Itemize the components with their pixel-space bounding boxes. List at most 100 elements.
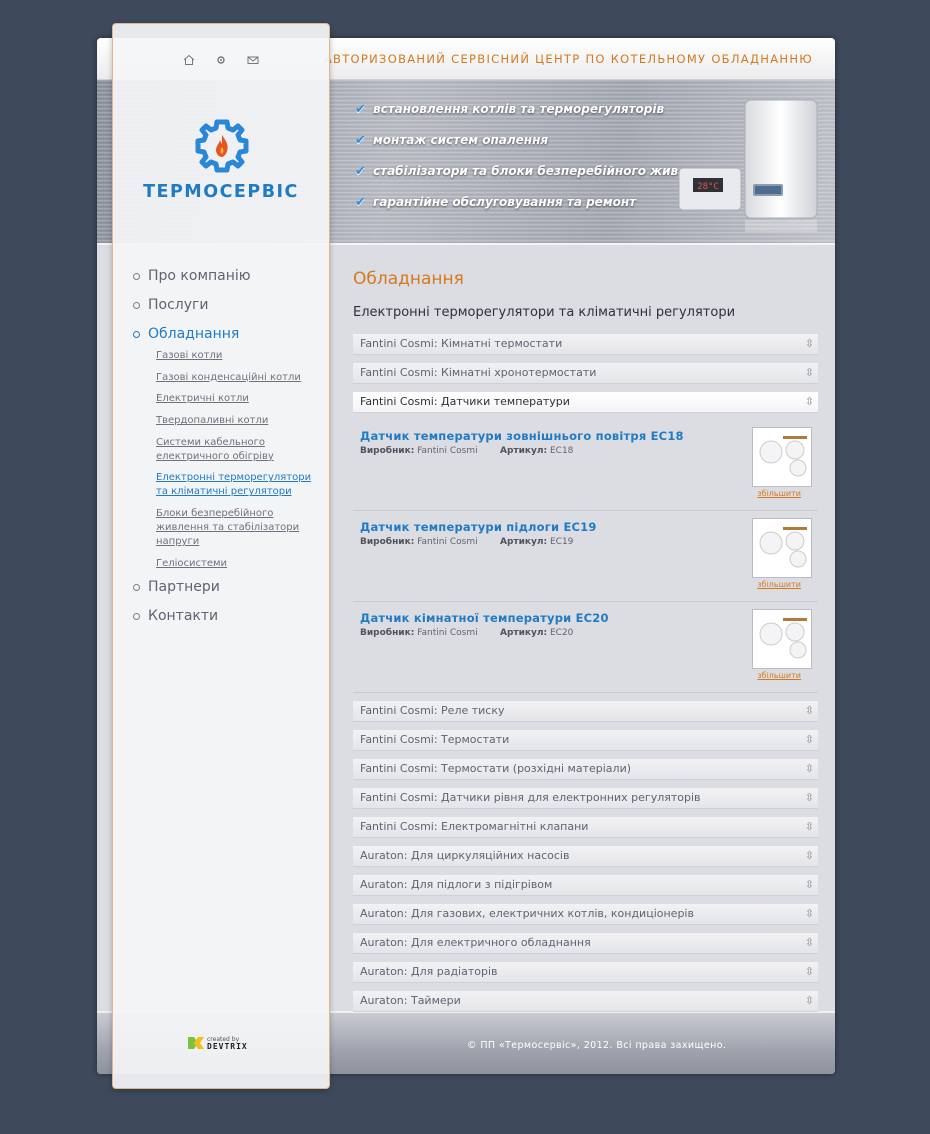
article-block: Артикул: EC18 (500, 446, 573, 456)
updown-arrows-icon: ⇳ (804, 965, 814, 978)
nav-item-services[interactable]: Послуги (133, 297, 323, 326)
updown-arrows-icon: ⇳ (804, 337, 814, 350)
article-label: Артикул: (500, 628, 548, 638)
section-title: Електронні терморегулятори та кліматичні… (353, 305, 736, 320)
site-tagline: АВТОРИЗОВАНИЙ СЕРВІСНИЙ ЦЕНТР ПО КОТЕЛЬН… (323, 52, 813, 66)
article-value: EC19 (549, 537, 574, 547)
subnav-item-active[interactable]: Електронні терморегулятори та кліматичні… (156, 471, 323, 499)
updown-arrows-icon: ⇳ (804, 791, 814, 804)
category-list-top: Fantini Cosmi: Кімнатні термостати ⇳ Fanti… (353, 334, 818, 384)
product-thumbnail[interactable] (752, 518, 812, 578)
subnav-item[interactable]: Геліосистеми (156, 557, 323, 571)
feature-text: встановлення котлів та терморегуляторів (373, 102, 665, 116)
maker-value: Fantini Cosmi (417, 537, 478, 547)
category-label: Auraton: Для радіаторів (360, 965, 498, 978)
category-label: Auraton: Для електричного обладнання (360, 936, 591, 949)
sensor-image (759, 618, 807, 659)
product-item: Датчик температури зовнішнього повітря E… (353, 421, 818, 511)
credit-brand-text: DEVTRIX (207, 1042, 248, 1051)
nav-label[interactable]: Партнери (148, 579, 323, 608)
ring-bullet-icon (133, 583, 140, 591)
subnav-item[interactable]: Твердопаливні котли (156, 414, 323, 428)
product-meta: Виробник: Fantini Cosmi Артикул: EC20 (360, 628, 573, 638)
nav-label[interactable]: Послуги (148, 297, 323, 326)
sensor-image (759, 527, 807, 568)
mail-icon[interactable] (247, 54, 259, 66)
category-item[interactable]: Fantini Cosmi: Кімнатні хронотермостати ⇳ (353, 363, 818, 384)
product-name-link[interactable]: Датчик температури підлоги EC19 (360, 520, 597, 534)
nav-label[interactable]: Про компанію (148, 268, 323, 297)
product-list: Датчик температури зовнішнього повітря E… (353, 421, 818, 693)
product-meta: Виробник: Fantini Cosmi Артикул: EC18 (360, 446, 573, 456)
nav-item-partners[interactable]: Партнери (133, 579, 323, 608)
nav-item-contacts[interactable]: Контакти (133, 608, 323, 637)
category-item[interactable]: Fantini Cosmi: Кімнатні термостати ⇳ (353, 334, 818, 355)
boiler-device-image: 28°C (678, 99, 818, 232)
nav-label[interactable]: Контакти (148, 608, 323, 637)
copyright-text: © ПП «Термосервіс», 2012. Всі права захи… (467, 1040, 727, 1051)
logo-text[interactable]: ТЕРМОСЕРВІС (113, 182, 329, 202)
product-thumbnail[interactable] (752, 609, 812, 669)
category-open[interactable]: Fantini Cosmi: Датчики температури ⇳ (353, 392, 818, 413)
product-name-link[interactable]: Датчик температури зовнішнього повітря E… (360, 429, 684, 443)
updown-arrows-icon: ⇳ (804, 704, 814, 717)
zoom-link[interactable]: збільшити (757, 489, 801, 498)
category-item[interactable]: Auraton: Для циркуляційних насосів ⇳ (353, 846, 818, 867)
check-icon: ✔ (355, 195, 366, 210)
nav-item-equipment[interactable]: Обладнання Газові котли Газові конденсац… (133, 326, 323, 571)
category-item[interactable]: Fantini Cosmi: Електромагнітні клапани ⇳ (353, 817, 818, 838)
feature-item: ✔ стабілізатори та блоки безперебійного ж… (355, 164, 719, 195)
sidebar: ТЕРМОСЕРВІС Про компанію Послуги Обладна… (112, 23, 330, 1089)
category-label: Auraton: Таймери (360, 994, 461, 1007)
product-item: Датчик кімнатної температури EC20 Виробн… (353, 603, 818, 693)
subnav-item[interactable]: Газові конденсаційні котли (156, 371, 323, 385)
updown-arrows-icon: ⇳ (804, 907, 814, 920)
updown-arrows-icon: ⇳ (804, 849, 814, 862)
zoom-link[interactable]: збільшити (757, 671, 801, 680)
product-thumbnail[interactable] (752, 427, 812, 487)
category-item[interactable]: Auraton: Таймери ⇳ (353, 991, 818, 1012)
home-icon[interactable] (183, 54, 195, 66)
maker-label: Виробник: (360, 628, 415, 638)
category-label: Fantini Cosmi: Електромагнітні клапани (360, 820, 589, 833)
article-value: EC18 (549, 446, 574, 456)
category-item[interactable]: Auraton: Для газових, електричних котлів… (353, 904, 818, 925)
category-item[interactable]: Auraton: Для радіаторів ⇳ (353, 962, 818, 983)
gear-icon[interactable] (215, 54, 227, 66)
nav-item-about[interactable]: Про компанію (133, 268, 323, 297)
category-label: Auraton: Для газових, електричних котлів… (360, 907, 694, 920)
subnav-item[interactable]: Електричні котли (156, 392, 323, 406)
top-icons (183, 54, 259, 66)
category-item[interactable]: Fantini Cosmi: Реле тиску ⇳ (353, 701, 818, 722)
main-content: Обладнання Електронні терморегулятори та… (353, 269, 818, 1020)
product-meta: Виробник: Fantini Cosmi Артикул: EC19 (360, 537, 573, 547)
subnav-item[interactable]: Газові котли (156, 349, 323, 363)
category-label: Fantini Cosmi: Датчики температури (360, 395, 570, 408)
category-item[interactable]: Fantini Cosmi: Датчики рівня для електро… (353, 788, 818, 809)
category-item[interactable]: Auraton: Для підлоги з підігрівом ⇳ (353, 875, 818, 896)
maker-label: Виробник: (360, 537, 415, 547)
zoom-link[interactable]: збільшити (757, 580, 801, 589)
ring-bullet-icon (133, 612, 140, 620)
category-item[interactable]: Auraton: Для електричного обладнання ⇳ (353, 933, 818, 954)
feature-item: ✔ гарантійне обслуговування та ремонт (355, 195, 719, 226)
feature-list: ✔ встановлення котлів та терморегуляторів… (355, 102, 719, 226)
updown-arrows-icon: ⇳ (804, 878, 814, 891)
updown-arrows-icon: ⇳ (804, 936, 814, 949)
category-label: Fantini Cosmi: Термостати (розхідні мате… (360, 762, 632, 775)
article-label: Артикул: (500, 537, 548, 547)
logo-gear-icon[interactable] (193, 117, 251, 175)
category-item[interactable]: Fantini Cosmi: Термостати (розхідні мате… (353, 759, 818, 780)
main-nav: Про компанію Послуги Обладнання Газові к… (133, 268, 323, 637)
category-label: Fantini Cosmi: Датчики рівня для електро… (360, 791, 701, 804)
updown-arrows-icon: ⇳ (804, 820, 814, 833)
feature-text: гарантійне обслуговування та ремонт (373, 195, 637, 209)
subnav-item[interactable]: Блоки безперебійного живлення та стабілі… (156, 507, 323, 549)
devtrix-logo[interactable]: created by DEVTRIX (187, 1034, 257, 1052)
product-name-link[interactable]: Датчик кімнатної температури EC20 (360, 611, 609, 625)
article-block: Артикул: EC19 (500, 537, 573, 547)
subnav-item[interactable]: Системи кабельного електричного обігріву (156, 436, 323, 464)
device-readout: 28°C (697, 182, 719, 192)
category-item[interactable]: Fantini Cosmi: Термостати ⇳ (353, 730, 818, 751)
updown-arrows-icon: ⇳ (804, 395, 814, 408)
